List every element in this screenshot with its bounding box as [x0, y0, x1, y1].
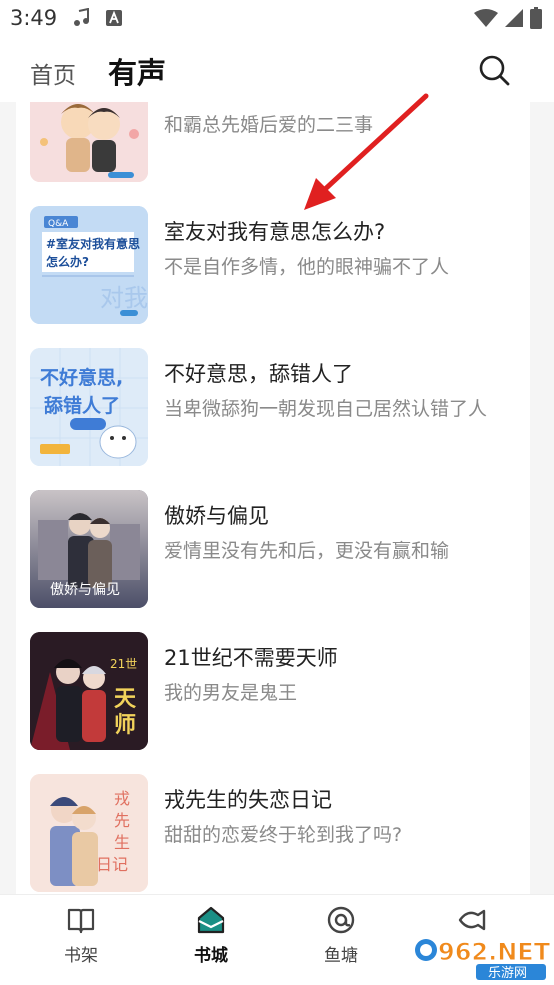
book-description: 不是自作多情，他的眼神骗不了人: [164, 256, 450, 278]
cover-art: 对我 Q&A #室友对我有意思 怎么办?: [30, 206, 148, 324]
status-time: 3:49: [10, 6, 58, 30]
at-icon: [327, 906, 355, 934]
book-cover: 戎 先 生 日记: [30, 774, 148, 892]
watermark-text: 962.NET: [438, 938, 550, 966]
tab-audio[interactable]: 有声: [108, 50, 166, 92]
book-title: 傲娇与偏见: [164, 504, 269, 528]
svg-text:#室友对我有意思: #室友对我有意思: [46, 236, 140, 251]
book-title: 室友对我有意思怎么办?: [164, 220, 386, 244]
svg-text:Q&A: Q&A: [48, 219, 69, 229]
book-cover: [30, 102, 148, 182]
list-item[interactable]: 21世 天 师 21世纪不需要天师 我的男友是鬼王: [16, 632, 530, 752]
svg-text:21世: 21世: [110, 657, 137, 671]
book-icon: [67, 908, 95, 934]
book-cover: 对我 Q&A #室友对我有意思 怎么办?: [30, 206, 148, 324]
svg-text:师: 师: [114, 712, 136, 738]
book-description: 和霸总先婚后爱的二三事: [164, 114, 374, 136]
list-item[interactable]: 傲娇与偏见 傲娇与偏见 爱情里没有先和后，更没有赢和输: [16, 490, 530, 610]
book-cover: 21世 天 师: [30, 632, 148, 750]
svg-text:舔错人了: 舔错人了: [44, 394, 120, 417]
book-description: 我的男友是鬼王: [164, 682, 298, 704]
svg-text:不好意思,: 不好意思,: [40, 366, 123, 389]
status-right-icons: [474, 7, 542, 29]
book-list: 和霸总先婚后爱的二三事 对我 Q&A #室友对我有意思 怎么办? 室友对我有意思…: [16, 102, 530, 894]
list-item[interactable]: 和霸总先婚后爱的二三事: [16, 102, 530, 184]
top-header: 首页 有声: [0, 38, 554, 102]
nav-label: 书城: [194, 946, 228, 966]
cover-art: [30, 102, 148, 182]
nav-bookstore[interactable]: 书城: [166, 903, 256, 967]
book-cover: 傲娇与偏见: [30, 490, 148, 608]
svg-text:生: 生: [114, 833, 130, 852]
svg-text:天: 天: [114, 686, 137, 712]
watermark-subtext: 乐游网: [488, 966, 527, 981]
svg-text:对我: 对我: [100, 284, 148, 312]
book-cover: 不好意思, 舔错人了: [30, 348, 148, 466]
nav-label: 鱼塘: [324, 946, 358, 966]
music-note-icon: [74, 8, 89, 26]
list-item[interactable]: 对我 Q&A #室友对我有意思 怎么办? 室友对我有意思怎么办? 不是自作多情，…: [16, 206, 530, 326]
svg-text:戎: 戎: [114, 789, 130, 808]
cover-art: 戎 先 生 日记: [30, 774, 148, 892]
cover-art: 不好意思, 舔错人了: [30, 348, 148, 466]
svg-text:先: 先: [114, 811, 130, 830]
book-description: 爱情里没有先和后，更没有赢和输: [164, 540, 450, 562]
status-bar: 3:49: [0, 0, 554, 38]
book-title: 戎先生的失恋日记: [164, 788, 332, 812]
svg-text:怎么办?: 怎么办?: [46, 254, 89, 269]
fish-icon: [458, 909, 486, 931]
signal-icon: [505, 9, 523, 27]
svg-text:日记: 日记: [96, 855, 128, 874]
search-icon[interactable]: [476, 52, 512, 88]
svg-text:傲娇与偏见: 傲娇与偏见: [50, 582, 120, 598]
list-item[interactable]: 不好意思, 舔错人了 不好意思，舔错人了 当卑微舔狗一朝发现自己居然认错了人: [16, 348, 530, 468]
keyboard-a-icon: [106, 10, 122, 26]
nav-bookshelf[interactable]: 书架: [36, 903, 126, 967]
list-item[interactable]: 戎 先 生 日记 戎先生的失恋日记 甜甜的恋爱终于轮到我了吗?: [16, 774, 530, 894]
nav-fishpond[interactable]: 鱼塘: [296, 903, 386, 967]
book-description: 甜甜的恋爱终于轮到我了吗?: [164, 824, 403, 846]
book-title: 21世纪不需要天师: [164, 646, 338, 670]
book-title: 不好意思，舔错人了: [164, 362, 353, 386]
battery-icon: [530, 7, 542, 29]
site-watermark: 962.NET 乐游网: [415, 938, 550, 981]
nav-label: 书架: [64, 946, 98, 966]
wifi-icon: [474, 9, 498, 27]
tab-home[interactable]: 首页: [30, 56, 76, 90]
cover-art: 21世 天 师: [30, 632, 148, 750]
cover-art: 傲娇与偏见: [30, 490, 148, 608]
book-description: 当卑微舔狗一朝发现自己居然认错了人: [164, 398, 488, 420]
bookstore-icon: [197, 906, 225, 934]
